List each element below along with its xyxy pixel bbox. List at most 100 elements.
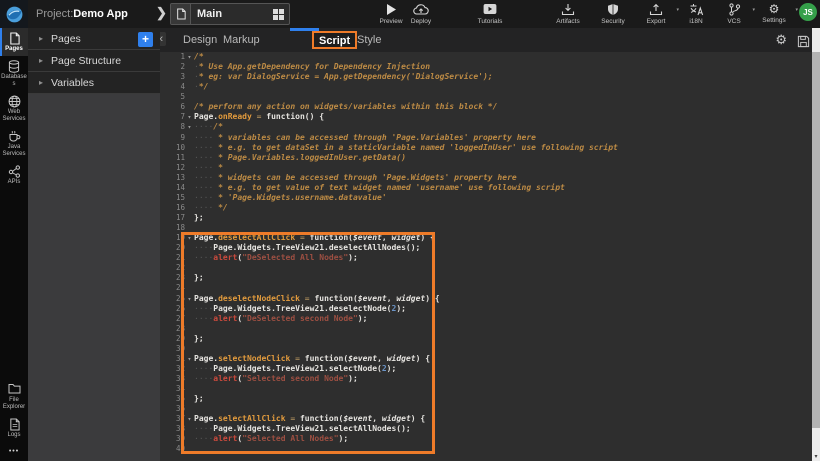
code-line[interactable]: 30: [160, 344, 812, 354]
fold-arrow-icon[interactable]: ▾: [185, 122, 194, 132]
code-line[interactable]: 35};: [160, 394, 812, 404]
fold-arrow-icon[interactable]: ▾: [185, 294, 194, 304]
code-line[interactable]: 1▾/*: [160, 52, 812, 62]
code-line[interactable]: 36: [160, 404, 812, 414]
tutorials-button[interactable]: Tutorials: [468, 2, 512, 25]
chevron-right-icon[interactable]: ❯: [156, 5, 167, 21]
code-line[interactable]: 3·* eg: var DialogService = App.getDepen…: [160, 72, 812, 82]
code-line[interactable]: 23};: [160, 273, 812, 283]
code-line[interactable]: 31▾Page.selectNodeClick = function($even…: [160, 354, 812, 364]
code-line[interactable]: 13···· * widgets can be accessed through…: [160, 173, 812, 183]
code-line[interactable]: 38····Page.Widgets.TreeView21.selectAllN…: [160, 424, 812, 434]
tab-design[interactable]: Design: [183, 28, 217, 52]
panel-section-variables[interactable]: ▸ Variables: [28, 72, 160, 94]
code-line[interactable]: 32····Page.Widgets.TreeView21.selectNode…: [160, 364, 812, 374]
code-line[interactable]: 25▾Page.deselectNodeClick = function($ev…: [160, 294, 812, 304]
line-number: 18: [160, 223, 185, 233]
code-line[interactable]: 9···· * variables can be accessed throug…: [160, 133, 812, 143]
save-icon[interactable]: [797, 32, 810, 48]
panel-section-page-structure[interactable]: ▸ Page Structure: [28, 50, 160, 72]
code-line[interactable]: 14···· * e.g. to get value of text widge…: [160, 183, 812, 193]
scrollbar-down-arrow[interactable]: ▾: [812, 453, 820, 460]
tab-style[interactable]: Style: [357, 28, 381, 52]
code-text: ···· * Page.Variables.loggedInUser.getDa…: [194, 153, 812, 163]
code-line[interactable]: 21····alert("DeSelected All Nodes");: [160, 253, 812, 263]
code-line[interactable]: 7▾Page.onReady = function() {: [160, 112, 812, 122]
code-line[interactable]: 17};: [160, 213, 812, 223]
grid-view-icon[interactable]: [267, 4, 289, 24]
rail-item-java-services[interactable]: Java Services: [0, 126, 28, 161]
rail-item-web-services[interactable]: Web Services: [0, 91, 28, 126]
user-avatar[interactable]: JS: [799, 3, 817, 21]
code-line[interactable]: 6/* perform any action on widgets/variab…: [160, 102, 812, 112]
settings-button[interactable]: ⚙ Settings ▾: [756, 2, 792, 24]
script-editor[interactable]: 1▾/*2·* Use App.getDependency for Depend…: [160, 52, 812, 461]
code-text: [194, 404, 812, 414]
code-text: ····alert("DeSelected second Node");: [194, 314, 812, 324]
action-label: Deploy: [402, 18, 440, 25]
code-line[interactable]: 8▾····/*: [160, 122, 812, 132]
code-line[interactable]: 4·*/: [160, 82, 812, 92]
code-line[interactable]: 39····alert("Selected All Nodes");: [160, 434, 812, 444]
line-number: 13: [160, 173, 185, 183]
rail-item-file-explorer[interactable]: File Explorer: [0, 379, 28, 414]
scrollbar-thumb[interactable]: [812, 52, 820, 428]
i18n-button[interactable]: i18N: [680, 2, 712, 25]
more-options-button[interactable]: •••: [0, 442, 28, 455]
code-line[interactable]: 12···· *: [160, 163, 812, 173]
panel-section-pages[interactable]: ▸ Pages +: [28, 28, 160, 50]
fold-arrow-icon[interactable]: ▾: [185, 414, 194, 424]
code-line[interactable]: 20····Page.Widgets.TreeView21.deselectAl…: [160, 243, 812, 253]
code-line[interactable]: 40: [160, 444, 812, 454]
line-number: 32: [160, 364, 185, 374]
rail-item-apis[interactable]: APIs: [0, 161, 28, 189]
code-line[interactable]: 10···· * e.g. to get dataSet in a static…: [160, 143, 812, 153]
action-label: Export: [639, 18, 673, 25]
code-text: ····alert("Selected All Nodes");: [194, 434, 812, 444]
line-number: 20: [160, 243, 185, 253]
code-line[interactable]: 22: [160, 263, 812, 273]
rail-item-logs[interactable]: Logs: [0, 414, 28, 442]
code-text: ···· * e.g. to get value of text widget …: [194, 183, 812, 193]
code-line[interactable]: 15···· * 'Page.Widgets.username.datavalu…: [160, 193, 812, 203]
code-text: };: [194, 394, 812, 404]
code-line[interactable]: 19▾Page.deselectAllClick = function($eve…: [160, 233, 812, 243]
vertical-scrollbar[interactable]: ▾: [812, 28, 820, 461]
code-line[interactable]: 37▾Page.selectAllClick = function($event…: [160, 414, 812, 424]
script-settings-gear-icon[interactable]: ⚙: [775, 31, 787, 49]
deploy-button[interactable]: Deploy: [402, 2, 440, 25]
code-line[interactable]: 5: [160, 92, 812, 102]
add-page-button[interactable]: +: [138, 32, 153, 47]
vcs-button[interactable]: VCS ▾: [719, 2, 749, 25]
line-number: 24: [160, 283, 185, 293]
fold-gutter: [185, 394, 194, 404]
tab-tools: ⚙: [775, 31, 810, 49]
page-selector[interactable]: Main: [170, 3, 290, 25]
rail-item-pages[interactable]: Pages: [0, 28, 28, 56]
code-line[interactable]: 28: [160, 324, 812, 334]
rail-item-databases[interactable]: Databases: [0, 56, 28, 91]
fold-arrow-icon[interactable]: ▾: [185, 233, 194, 243]
fold-arrow-icon[interactable]: ▾: [185, 112, 194, 122]
code-line[interactable]: 18: [160, 223, 812, 233]
export-button[interactable]: Export ▾: [639, 2, 673, 25]
artifacts-button[interactable]: Artifacts: [549, 2, 587, 25]
code-line[interactable]: 29};: [160, 334, 812, 344]
code-line[interactable]: 24: [160, 283, 812, 293]
code-line[interactable]: 11···· * Page.Variables.loggedInUser.get…: [160, 153, 812, 163]
code-line[interactable]: 34: [160, 384, 812, 394]
code-text: [194, 92, 812, 102]
fold-arrow-icon[interactable]: ▾: [185, 354, 194, 364]
rail-label: APIs: [0, 179, 28, 186]
tab-markup[interactable]: Markup: [223, 28, 260, 52]
line-number: 35: [160, 394, 185, 404]
security-button[interactable]: Security: [594, 2, 632, 25]
code-line[interactable]: 2·* Use App.getDependency for Dependency…: [160, 62, 812, 72]
fold-arrow-icon[interactable]: ▾: [185, 52, 194, 62]
code-line[interactable]: 26····Page.Widgets.TreeView21.deselectNo…: [160, 304, 812, 314]
tab-script[interactable]: Script: [312, 31, 357, 49]
code-line[interactable]: 33····alert("Selected second Node");: [160, 374, 812, 384]
code-line[interactable]: 16···· */: [160, 203, 812, 213]
code-line[interactable]: 27····alert("DeSelected second Node");: [160, 314, 812, 324]
app-logo[interactable]: [0, 0, 28, 28]
